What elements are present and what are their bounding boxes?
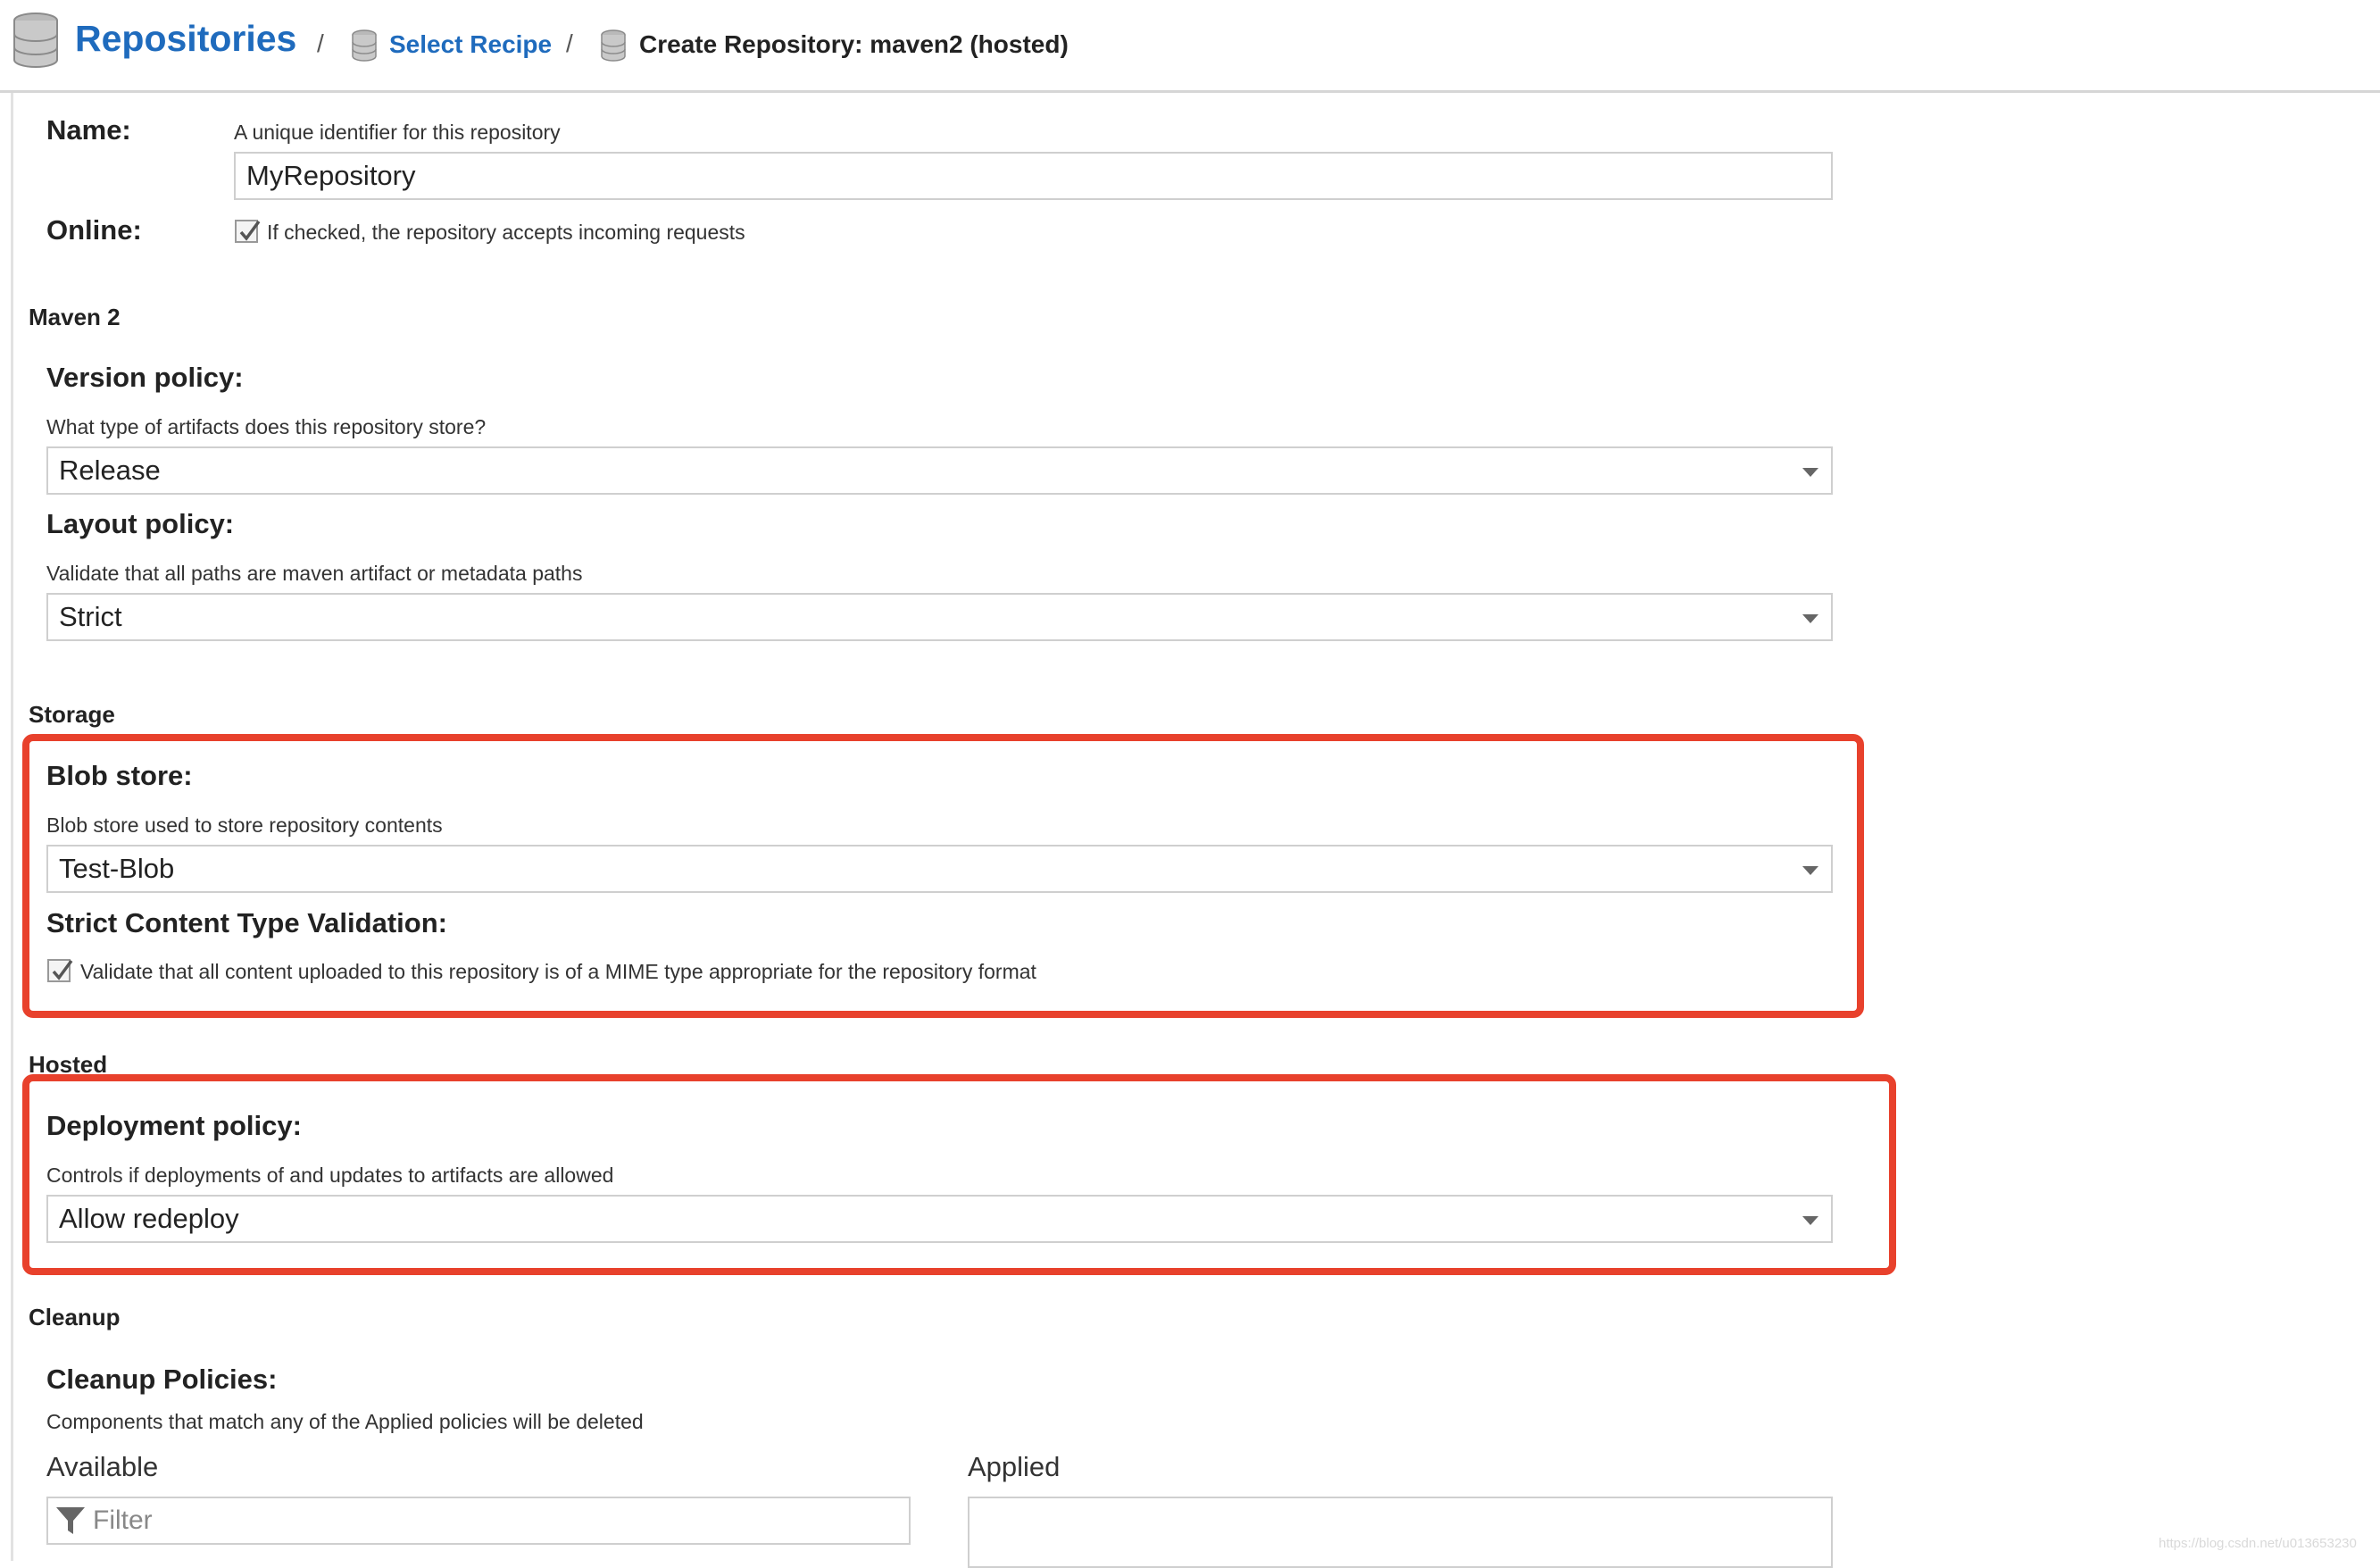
database-icon xyxy=(600,29,627,66)
layout-policy-label: Layout policy: xyxy=(46,508,235,539)
name-label: Name: xyxy=(46,114,131,146)
chevron-down-icon xyxy=(1802,866,1818,875)
blob-store-value: Test-Blob xyxy=(59,853,175,884)
applied-label: Applied xyxy=(968,1451,1061,1482)
watermark: https://blog.csdn.net/u013653230 xyxy=(2159,1536,2357,1551)
name-help: A unique identifier for this repository xyxy=(234,121,561,144)
section-cleanup: Cleanup xyxy=(29,1304,121,1330)
blob-store-select[interactable]: Test-Blob xyxy=(46,845,1833,893)
deployment-policy-help: Controls if deployments of and updates t… xyxy=(46,1163,614,1187)
checkmark-icon xyxy=(239,220,261,241)
version-policy-value: Release xyxy=(59,455,161,486)
online-label: Online: xyxy=(46,214,142,246)
blob-store-label: Blob store: xyxy=(46,760,193,791)
section-maven2: Maven 2 xyxy=(29,304,121,330)
available-label: Available xyxy=(46,1451,159,1482)
breadcrumb-repositories[interactable]: Repositories xyxy=(75,18,296,60)
version-policy-help: What type of artifacts does this reposit… xyxy=(46,415,487,438)
database-icon xyxy=(351,29,378,66)
breadcrumb-select-recipe[interactable]: Select Recipe xyxy=(389,30,552,59)
chevron-down-icon xyxy=(1802,1216,1818,1225)
cleanup-policies-label: Cleanup Policies: xyxy=(46,1364,278,1395)
layout-policy-value: Strict xyxy=(59,601,122,632)
strict-content-help: Validate that all content uploaded to th… xyxy=(80,960,1036,983)
version-policy-label: Version policy: xyxy=(46,362,244,393)
name-input[interactable]: MyRepository xyxy=(234,152,1833,200)
chevron-down-icon xyxy=(1802,468,1818,477)
breadcrumb-separator: / xyxy=(317,29,324,57)
breadcrumb-current: Create Repository: maven2 (hosted) xyxy=(639,30,1069,58)
database-icon xyxy=(12,13,59,68)
version-policy-select[interactable]: Release xyxy=(46,446,1833,495)
deployment-policy-select[interactable]: Allow redeploy xyxy=(46,1195,1833,1243)
layout-policy-help: Validate that all paths are maven artifa… xyxy=(46,562,583,585)
deployment-policy-label: Deployment policy: xyxy=(46,1110,302,1141)
available-filter-input[interactable]: Filter xyxy=(46,1497,911,1545)
checkmark-icon xyxy=(52,959,73,980)
online-checkbox[interactable] xyxy=(235,220,261,243)
filter-icon xyxy=(55,1505,86,1540)
chevron-down-icon xyxy=(1802,614,1818,623)
blob-store-help: Blob store used to store repository cont… xyxy=(46,813,443,837)
left-rail xyxy=(11,93,13,1561)
breadcrumb-separator: / xyxy=(566,29,573,57)
strict-content-label: Strict Content Type Validation: xyxy=(46,907,447,938)
strict-content-checkbox[interactable] xyxy=(47,959,73,982)
section-storage: Storage xyxy=(29,701,115,728)
cleanup-policies-help: Components that match any of the Applied… xyxy=(46,1410,644,1433)
deployment-policy-value: Allow redeploy xyxy=(59,1203,239,1234)
layout-policy-select[interactable]: Strict xyxy=(46,593,1833,641)
online-help: If checked, the repository accepts incom… xyxy=(267,221,745,244)
applied-policies-list[interactable] xyxy=(968,1497,1833,1568)
